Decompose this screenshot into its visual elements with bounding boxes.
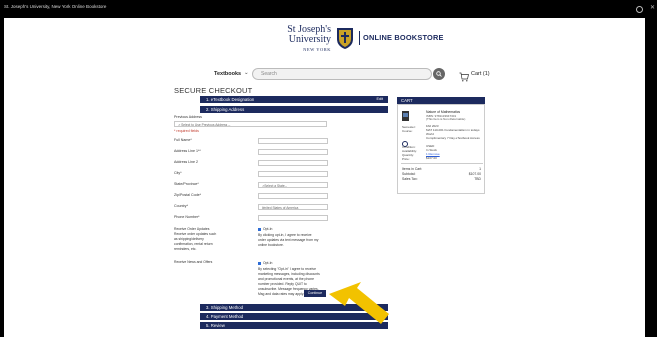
window-titlebar: St. Joseph's University, New York Online… [0,0,657,18]
search-button[interactable] [433,68,445,80]
country-label: Country* [174,204,188,208]
continue-button[interactable]: Continue [304,290,326,297]
country-select[interactable]: United States of America ⌄ [258,204,328,210]
zip-label: Zip/Postal Code* [174,193,201,197]
address2-label: Address Line 2 [174,160,198,164]
address1-field[interactable] [258,149,328,155]
subtotal-value: $107.00 [468,172,481,176]
cart-heading-label: CART [401,98,413,103]
section-label: 4. Payment Method [206,314,244,319]
order-updates-text: By clicking opt-in, I agree to receive o… [258,233,333,248]
window-title: St. Joseph's University, New York Online… [4,4,107,9]
address1-label: Address Line 1** [174,149,201,153]
etextbook-access-value: Complimentary 7 Day eTextbook Access [426,136,480,140]
chevron-down-icon: ⌄ [178,122,181,126]
state-select[interactable]: --Select a State-- ⌄ [258,182,328,188]
chevron-down-icon: ⌄ [262,205,265,209]
logo-line-2: University [288,33,331,45]
book-cover-image [402,111,409,121]
cart-label: Cart (1) [471,71,490,77]
section-label: 5. Review [206,323,225,328]
news-offers-optin-label: Opt-In [263,261,273,265]
full-name-field[interactable] [258,138,328,144]
city-label: City* [174,171,182,175]
textbooks-menu[interactable]: Textbooks [214,71,241,77]
cart-divider [401,163,483,164]
menu-icon[interactable] [636,6,643,13]
subtotal-key: Subtotal: [402,172,416,176]
section-label: 3. Shipping Method [206,305,244,310]
search-icon [436,71,442,77]
order-updates-line: online bookstore. [258,243,284,247]
nav-bar: Textbooks ⌄ Search Cart (1) [4,68,645,82]
city-field[interactable] [258,171,328,177]
full-name-label: Full Name* [174,138,192,142]
price-value: $107.00 [426,156,437,160]
zip-field[interactable] [258,193,328,199]
order-updates-sublabel: reminders, etc. [174,247,197,251]
item-note: (This Item is Non-Returnable) [426,117,466,121]
section-label: 1. eTextbook Designation [206,97,255,102]
news-offers-label: Receive News and Offers [174,260,213,264]
online-bookstore-label: ONLINE BOOKSTORE [363,33,444,42]
section-shipping-address[interactable]: 2. Shipping Address [200,106,388,113]
close-icon[interactable]: ✕ [650,4,655,11]
order-updates-optin-label: Opt-In [263,227,273,231]
phone-field[interactable] [258,215,328,221]
university-logo[interactable]: St Joseph's University NEW YORK ONLINE B… [279,25,443,59]
search-placeholder: Search [261,71,277,77]
address2-field[interactable] [258,160,328,166]
logo-wordmark: St Joseph's University [279,25,331,44]
required-note: * required fields [174,129,199,133]
chevron-down-icon: ⌄ [262,183,265,187]
previous-address-label: Previous Address [174,115,202,119]
edit-link[interactable]: Edit [376,97,383,101]
order-updates-checkbox[interactable] [258,228,261,231]
news-offers-checkbox[interactable] [258,262,261,265]
previous-address-select[interactable]: -- Select to Use Previous Address -- ⌄ [174,121,327,127]
search-input[interactable]: Search [252,68,432,80]
cart-panel: Nature of Mathematics ISBN: 978113394730… [397,104,485,194]
order-updates-label-block: Receive Order Updates Receive order upda… [174,227,254,252]
page-title: SECURE CHECKOUT [174,86,253,95]
sales-tax-value: TBD [474,177,481,181]
university-seal-icon [337,28,353,49]
logo-line-3: NEW YORK [303,47,331,52]
price-key: Price: [402,157,410,161]
items-in-cart-value: 1 [479,167,481,171]
section-label: 2. Shipping Address [206,107,245,112]
items-in-cart-key: Items in Cart: [402,167,423,171]
sales-tax-key: Sales Tax: [402,177,418,181]
course-key: Course: [402,129,413,133]
state-label: State/Province* [174,182,199,186]
pointer-arrow-icon [329,282,389,324]
browser-page: St Joseph's University NEW YORK ONLINE B… [4,18,645,337]
chevron-down-icon[interactable]: ⌄ [244,70,249,76]
section-etextbook[interactable]: 1. eTextbook Designation Edit [200,96,388,103]
cart-link[interactable]: Cart (1) [459,69,499,82]
cart-heading: CART [397,97,485,104]
logo-divider [359,31,360,45]
cart-icon [459,72,469,82]
phone-label: Phone Number* [174,215,200,219]
